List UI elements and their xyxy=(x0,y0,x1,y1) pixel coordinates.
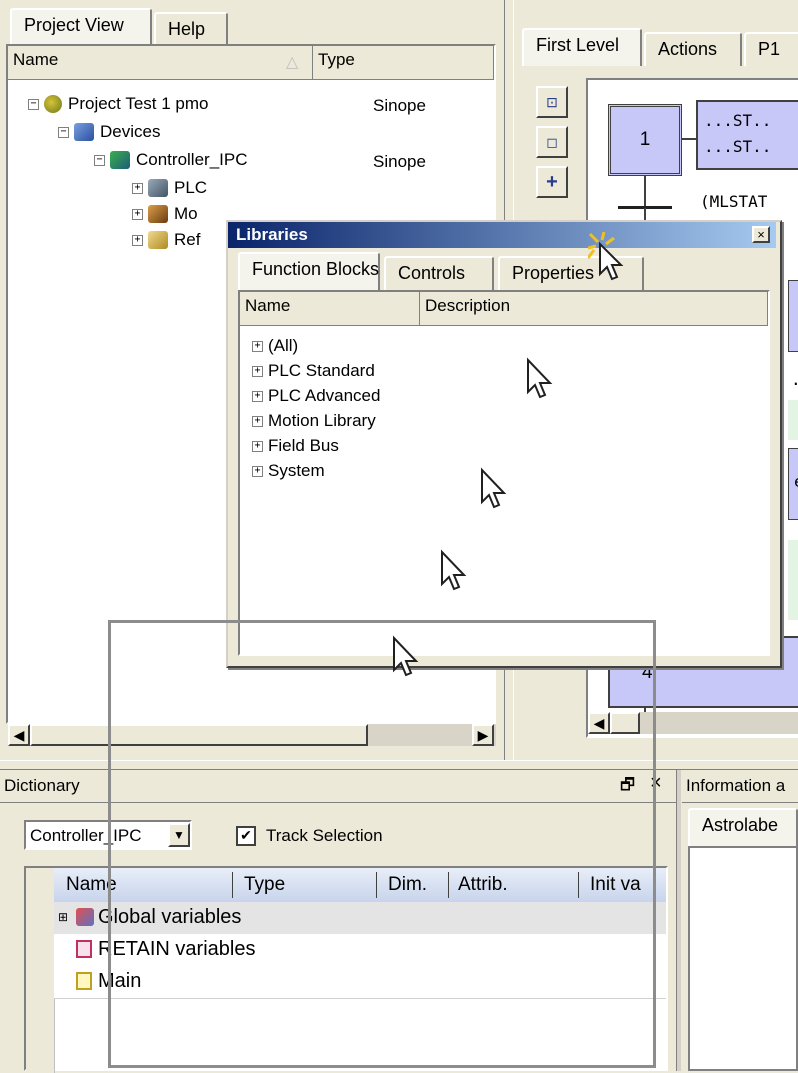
sfc-step-1[interactable]: 1 xyxy=(608,104,682,176)
panel-title: Information a xyxy=(686,776,786,795)
libraries-window: Libraries × Function Blocks Controls Pro… xyxy=(226,220,782,668)
tree-item-project[interactable]: − Project Test 1 pmo xyxy=(28,94,208,114)
scroll-left-icon[interactable]: ◀ xyxy=(8,724,30,746)
tree-item-label: Mo xyxy=(174,204,198,223)
mouse-pointer-icon xyxy=(481,467,507,509)
side-text: .T xyxy=(791,370,798,389)
expand-icon[interactable]: + xyxy=(252,440,263,452)
library-item[interactable]: + Field Bus xyxy=(252,436,339,456)
collapse-icon[interactable]: − xyxy=(58,126,69,138)
tree-item-label: Controller_IPC xyxy=(136,150,248,169)
library-item-label: PLC Advanced xyxy=(268,386,381,405)
step-icon[interactable]: ◻ xyxy=(536,126,568,158)
expand-icon[interactable]: + xyxy=(132,208,143,220)
close-icon[interactable]: × xyxy=(752,226,770,243)
panel-divider[interactable] xyxy=(676,770,681,1071)
library-item[interactable]: + System xyxy=(252,461,325,481)
collapse-icon[interactable]: − xyxy=(28,98,39,110)
row-header-column xyxy=(26,868,55,1073)
click-burst-icon xyxy=(588,232,624,281)
tab-first-level[interactable]: First Level xyxy=(522,28,642,66)
column-header-description[interactable]: Description xyxy=(420,292,768,326)
step-action-link xyxy=(682,138,696,140)
library-item[interactable]: + (All) xyxy=(252,336,298,356)
project-icon xyxy=(44,95,62,113)
expand-icon[interactable]: + xyxy=(252,465,263,477)
tab-function-blocks[interactable]: Function Blocks xyxy=(238,252,380,290)
motion-icon xyxy=(148,205,168,223)
tree-item-controller[interactable]: − Controller_IPC xyxy=(94,150,248,170)
step-number: 1 xyxy=(639,129,651,150)
devices-icon xyxy=(74,123,94,141)
tab-actions[interactable]: Actions xyxy=(644,32,742,66)
library-item[interactable]: + PLC Standard xyxy=(252,361,375,381)
library-item-label: (All) xyxy=(268,336,299,355)
retain-icon xyxy=(76,940,92,958)
transition-icon[interactable]: + xyxy=(536,166,568,198)
tree-item-label: PLC xyxy=(174,178,208,197)
tree-item-type: Sinope xyxy=(373,152,426,171)
tree-item-motion[interactable]: + Mo xyxy=(132,204,198,224)
expand-icon[interactable]: + xyxy=(252,340,263,352)
expand-icon[interactable]: + xyxy=(252,365,263,377)
folder-icon xyxy=(148,231,168,249)
controller-icon xyxy=(110,151,130,169)
collapse-icon[interactable]: − xyxy=(94,154,105,166)
sort-arrow-icon: △ xyxy=(286,54,299,71)
mouse-pointer-icon xyxy=(393,635,419,677)
step-action-block[interactable]: ...ST.. ...ST.. xyxy=(696,100,798,170)
plc-icon xyxy=(148,179,168,197)
expand-icon[interactable]: + xyxy=(132,234,143,246)
expand-icon[interactable]: ⊞ xyxy=(58,910,68,924)
library-item[interactable]: + Motion Library xyxy=(252,411,376,431)
tab-controls[interactable]: Controls xyxy=(384,256,494,290)
tree-item-plc[interactable]: + PLC xyxy=(132,178,207,198)
side-text: e xyxy=(794,472,798,491)
window-title: Libraries xyxy=(236,225,308,244)
sfc-link xyxy=(644,176,646,206)
drag-selection-rectangle xyxy=(108,620,656,1068)
library-item[interactable]: + PLC Advanced xyxy=(252,386,380,406)
transition-condition: (MLSTAT xyxy=(700,192,768,211)
transition-area xyxy=(788,400,798,440)
information-content xyxy=(688,846,798,1071)
tab-project-view[interactable]: Project View xyxy=(10,8,152,44)
column-header-type[interactable]: Type xyxy=(313,46,494,80)
library-item-label: PLC Standard xyxy=(268,361,375,380)
action-line: ...ST.. xyxy=(704,111,772,130)
column-header-name[interactable]: Name xyxy=(240,292,420,326)
global-variables-icon xyxy=(76,908,94,926)
tree-item-label: Devices xyxy=(100,122,161,141)
library-item-label: Motion Library xyxy=(268,411,376,430)
mouse-pointer-icon xyxy=(441,549,467,591)
tree-item-devices[interactable]: − Devices xyxy=(58,122,160,142)
tree-item-label: Project Test 1 pmo xyxy=(68,94,209,113)
column-header-name[interactable]: Name △ xyxy=(8,46,313,80)
transition-area xyxy=(788,540,798,620)
expand-icon[interactable]: + xyxy=(252,390,263,402)
tree-item-references[interactable]: + Ref xyxy=(132,230,200,250)
add-step-icon[interactable]: ⊡ xyxy=(536,86,568,118)
tree-item-label: Ref xyxy=(174,230,201,249)
library-item-label: Field Bus xyxy=(268,436,339,455)
sfc-block-edge xyxy=(788,280,798,352)
expand-icon[interactable]: + xyxy=(132,182,143,194)
action-line: ...ST.. xyxy=(704,137,772,156)
program-icon xyxy=(76,972,92,990)
tab-help[interactable]: Help xyxy=(154,12,228,44)
library-item-label: System xyxy=(268,461,325,480)
expand-icon[interactable]: + xyxy=(252,415,263,427)
tab-astrolabe[interactable]: Astrolabe xyxy=(688,808,798,846)
panel-title: Dictionary xyxy=(4,776,80,795)
tree-item-type: Sinope xyxy=(373,96,426,115)
tab-p1[interactable]: P1 xyxy=(744,32,798,66)
mouse-pointer-icon xyxy=(527,357,553,399)
libraries-titlebar[interactable]: Libraries × xyxy=(228,222,776,248)
information-header: Information a xyxy=(682,770,798,803)
